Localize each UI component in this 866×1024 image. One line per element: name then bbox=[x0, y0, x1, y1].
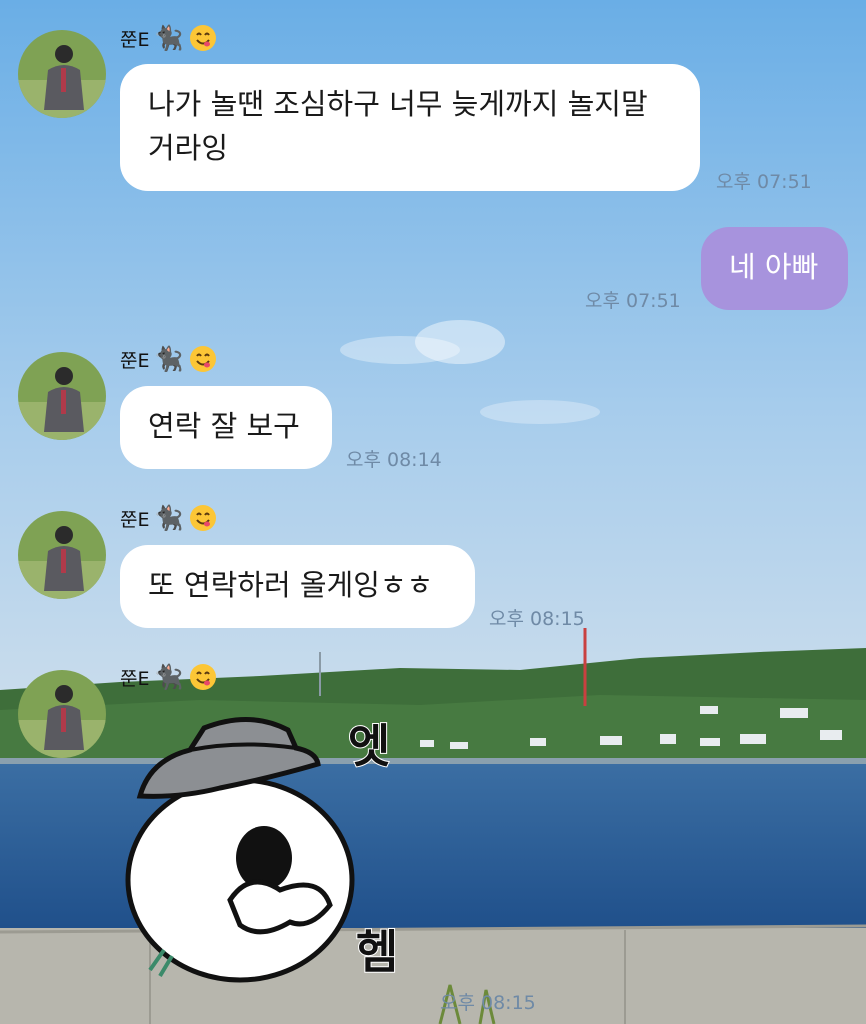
message-text: 네 아빠 bbox=[729, 250, 819, 284]
message-bubble[interactable]: 또 연락하러 올게잉ㅎㅎ bbox=[120, 545, 475, 628]
avatar[interactable] bbox=[18, 352, 106, 440]
sticker-text-2: 헴 bbox=[356, 925, 398, 979]
message-time: 오후 07:51 bbox=[716, 171, 812, 193]
sticker[interactable]: 엣 헴 bbox=[120, 700, 440, 1010]
message-text: 연락 잘 보구 bbox=[148, 409, 300, 443]
smiling-face-icon bbox=[190, 346, 217, 372]
avatar[interactable] bbox=[18, 30, 106, 118]
avatar[interactable] bbox=[18, 670, 106, 758]
cat-icon: 🐈‍⬛ bbox=[153, 663, 184, 691]
message-bubble[interactable]: 연락 잘 보구 bbox=[120, 386, 332, 469]
message-time: 오후 08:15 bbox=[489, 608, 585, 630]
smiling-face-icon bbox=[190, 664, 217, 690]
cat-icon: 🐈‍⬛ bbox=[153, 24, 184, 52]
message-bubble[interactable]: 나가 놀땐 조심하구 너무 늦게까지 놀지말 거라잉 bbox=[120, 64, 700, 191]
smiling-face-icon bbox=[190, 25, 217, 51]
message-time: 오후 08:15 bbox=[440, 992, 536, 1014]
sender-name-text: 쭌E bbox=[120, 349, 150, 372]
sender-name: 쭌E 🐈‍⬛ bbox=[120, 345, 217, 373]
message-text: 나가 놀땐 조심하구 너무 늦게까지 놀지말 거라잉 bbox=[148, 87, 648, 165]
sender-name-text: 쭌E bbox=[120, 667, 150, 690]
sender-name: 쭌E 🐈‍⬛ bbox=[120, 504, 217, 532]
sender-name: 쭌E 🐈‍⬛ bbox=[120, 24, 217, 52]
sticker-text-1: 엣 bbox=[348, 719, 390, 773]
cat-icon: 🐈‍⬛ bbox=[153, 345, 184, 373]
message-text: 또 연락하러 올게잉ㅎㅎ bbox=[148, 568, 434, 602]
message-time: 오후 08:14 bbox=[346, 449, 442, 471]
message-time: 오후 07:51 bbox=[585, 290, 681, 312]
avatar[interactable] bbox=[18, 511, 106, 599]
my-message-bubble[interactable]: 네 아빠 bbox=[701, 227, 848, 310]
cat-icon: 🐈‍⬛ bbox=[153, 504, 184, 532]
sender-name-text: 쭌E bbox=[120, 508, 150, 531]
sender-name: 쭌E 🐈‍⬛ bbox=[120, 663, 217, 691]
smiling-face-icon bbox=[190, 505, 217, 531]
sender-name-text: 쭌E bbox=[120, 28, 150, 51]
